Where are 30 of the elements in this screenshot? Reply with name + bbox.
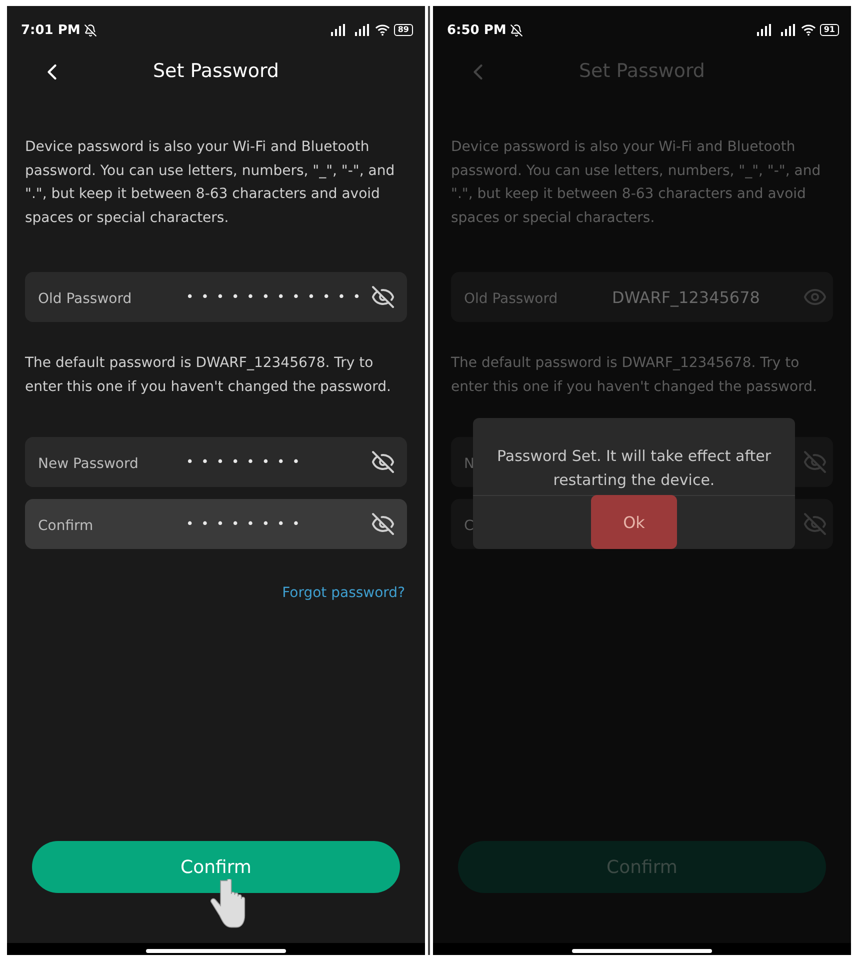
status-time: 7:01 PM: [21, 22, 80, 38]
forgot-password-link[interactable]: Forgot password?: [282, 585, 405, 601]
bell-off-icon: [510, 24, 524, 36]
wifi-icon: [800, 24, 816, 36]
field-value: ••••••••: [186, 454, 308, 470]
wifi-icon: [374, 24, 390, 36]
field-value: ••••••••••••: [186, 290, 370, 304]
hint-text: The default password is DWARF_12345678. Try to enter this one if you haven't changed the password.: [25, 354, 392, 396]
hint-text: The default password is DWARF_12345678. Try to enter this one if you haven't changed the password.: [451, 354, 818, 396]
password-field[interactable]: Old Password ••••••••••••: [25, 272, 407, 322]
battery-level: 91: [820, 24, 839, 36]
field-label: C: [464, 518, 474, 534]
field-label: Old Password: [38, 290, 132, 306]
password-field[interactable]: Old Password DWARF_12345678: [451, 272, 833, 322]
field-label: Confirm: [38, 518, 94, 534]
ok-button[interactable]: Ok: [591, 495, 677, 549]
field-label: N: [464, 456, 474, 472]
field-value: DWARF_12345678: [612, 288, 761, 306]
password-field[interactable]: New Password ••••••••: [25, 437, 407, 487]
screen-title: Set Password: [153, 60, 279, 82]
battery-level: 89: [394, 24, 413, 36]
field-label: New Password: [38, 456, 138, 472]
field-value: ••••••••: [186, 516, 308, 532]
intro-text: Device password is also your Wi-Fi and Bluetooth password. You can use letters, numbers, "_", "-", and ".", but keep it between 8-63 characters and avoid spaces or special characters.: [451, 138, 822, 228]
intro-text: Device password is also your Wi-Fi and Bluetooth password. You can use letters, numbers, "_", "-", and ".", but keep it between 8-63 characters and avoid spaces or special characters.: [25, 138, 396, 228]
bell-off-icon: [84, 24, 98, 36]
status-time: 6:50 PM: [447, 22, 506, 38]
screen-title: Set Password: [579, 60, 705, 82]
field-label: Old Password: [464, 290, 558, 306]
password-field[interactable]: Confirm ••••••••: [25, 499, 407, 549]
